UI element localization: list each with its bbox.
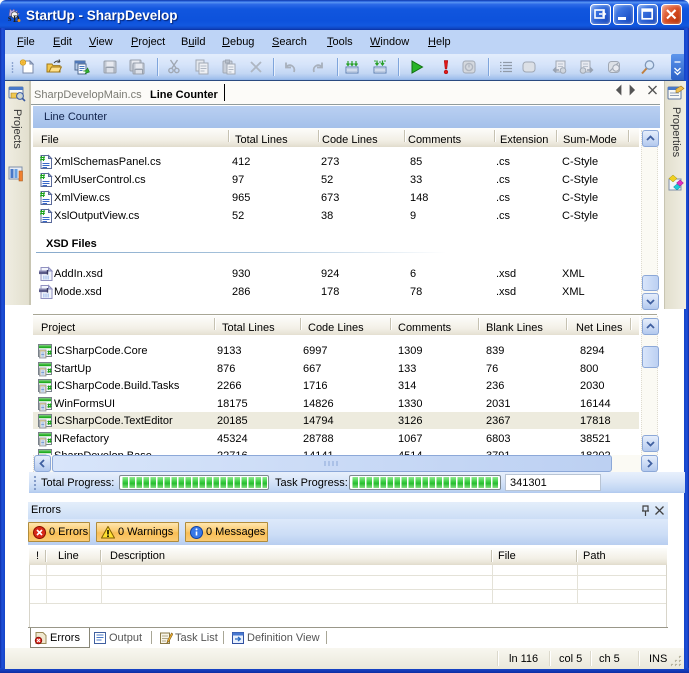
svg-text:s: s	[8, 13, 12, 23]
